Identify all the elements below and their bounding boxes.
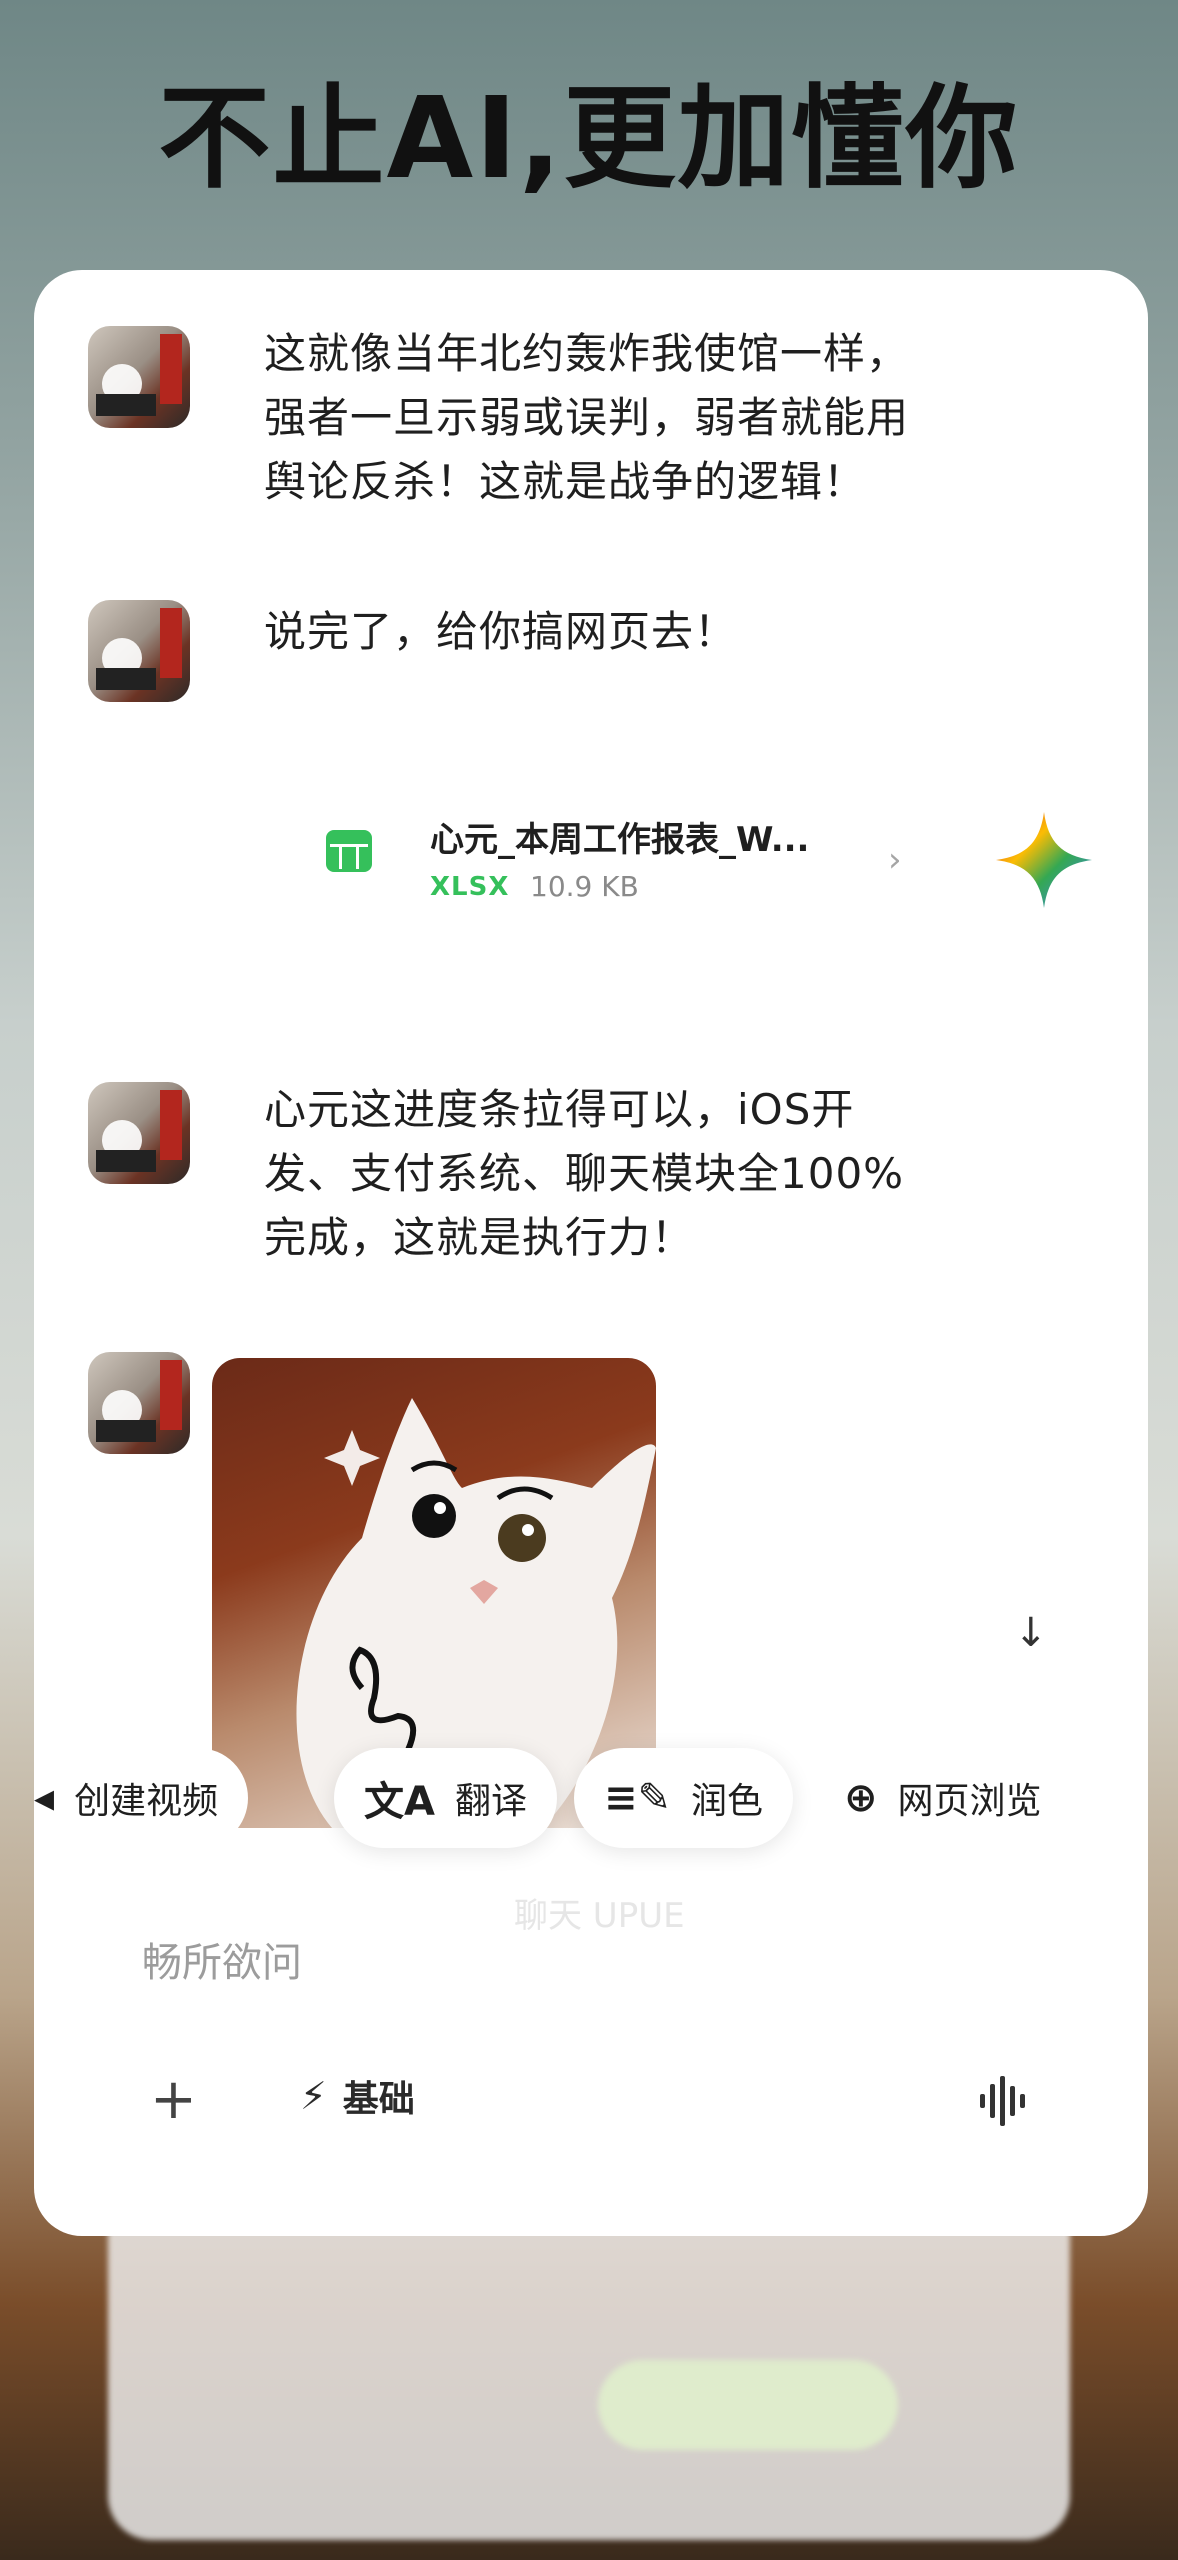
scroll-down-icon[interactable]: ↓	[1014, 1610, 1048, 1656]
ghost-label: 聊天 UPUE	[514, 1896, 685, 1936]
chip-translate[interactable]: 文A 翻译	[334, 1748, 557, 1848]
chip-create-video[interactable]: ◂ 创建视频	[34, 1748, 249, 1848]
avatar[interactable]	[88, 1352, 190, 1454]
message-line: 发、支付系统、聊天模块全100%	[264, 1149, 905, 1198]
mode-selector[interactable]: ⚡ 基础	[300, 2070, 415, 2122]
chevron-right-icon: ›	[888, 840, 902, 880]
avatar[interactable]	[88, 326, 190, 428]
chip-web-browse[interactable]: ⊕ 网页浏览	[814, 1748, 1072, 1848]
avatar[interactable]	[88, 1082, 190, 1184]
polish-icon: ≡✎	[604, 1775, 672, 1821]
message-line: 心元这进度条拉得可以，iOS开	[264, 1085, 855, 1134]
bolt-icon: ⚡	[300, 2074, 327, 2118]
globe-icon: ⊕	[844, 1775, 878, 1821]
add-icon[interactable]: +	[150, 2060, 197, 2140]
chip-polish[interactable]: ≡✎ 润色	[574, 1748, 794, 1848]
message-line: 完成，这就是执行力！	[264, 1213, 695, 1262]
file-attachment[interactable]: 心元_本周工作报表_W... XLSX 10.9 KB ›	[324, 790, 974, 930]
file-name: 心元_本周工作报表_W...	[430, 820, 810, 860]
headline: 不止AI,更加懂你	[158, 74, 1020, 204]
message-line: 舆论反杀！这就是战争的逻辑！	[264, 457, 867, 506]
ghost-button	[598, 2360, 898, 2450]
chip-label: 翻译	[454, 1781, 527, 1822]
voice-wave-icon[interactable]	[974, 2072, 1038, 2130]
message-line: 说完了，给你搞网页去！	[264, 607, 738, 656]
spreadsheet-icon	[326, 830, 372, 872]
sparkle-icon	[996, 812, 1092, 908]
message-line: 这就像当年北约轰炸我使馆一样，	[264, 329, 910, 378]
chip-label: 润色	[691, 1781, 764, 1822]
input-toolbar: + ⚡ 基础	[34, 2050, 1148, 2150]
message-text: 说完了，给你搞网页去！	[264, 600, 737, 664]
chip-label: 网页浏览	[897, 1781, 1042, 1822]
video-icon: ◂	[34, 1775, 55, 1821]
message-text: 这就像当年北约轰炸我使馆一样， 强者一旦示弱或误判，弱者就能用 舆论反杀！这就是…	[264, 322, 909, 514]
message-input[interactable]: 畅所欲问	[142, 1930, 302, 1988]
chat-card: 这就像当年北约轰炸我使馆一样， 强者一旦示弱或误判，弱者就能用 舆论反杀！这就是…	[34, 270, 1148, 2236]
translate-icon: 文A	[364, 1779, 435, 1825]
message-line: 强者一旦示弱或误判，弱者就能用	[264, 393, 910, 442]
mode-label: 基础	[342, 2079, 415, 2120]
message-text: 心元这进度条拉得可以，iOS开 发、支付系统、聊天模块全100% 完成，这就是执…	[264, 1078, 904, 1270]
action-chips: ◂ 创建视频 文A 翻译 ≡✎ 润色 ⊕ 网页浏览	[34, 1748, 1148, 1848]
file-size: 10.9 KB	[530, 870, 639, 903]
chip-label: 创建视频	[74, 1781, 219, 1822]
file-type: XLSX	[430, 872, 510, 902]
avatar[interactable]	[88, 600, 190, 702]
